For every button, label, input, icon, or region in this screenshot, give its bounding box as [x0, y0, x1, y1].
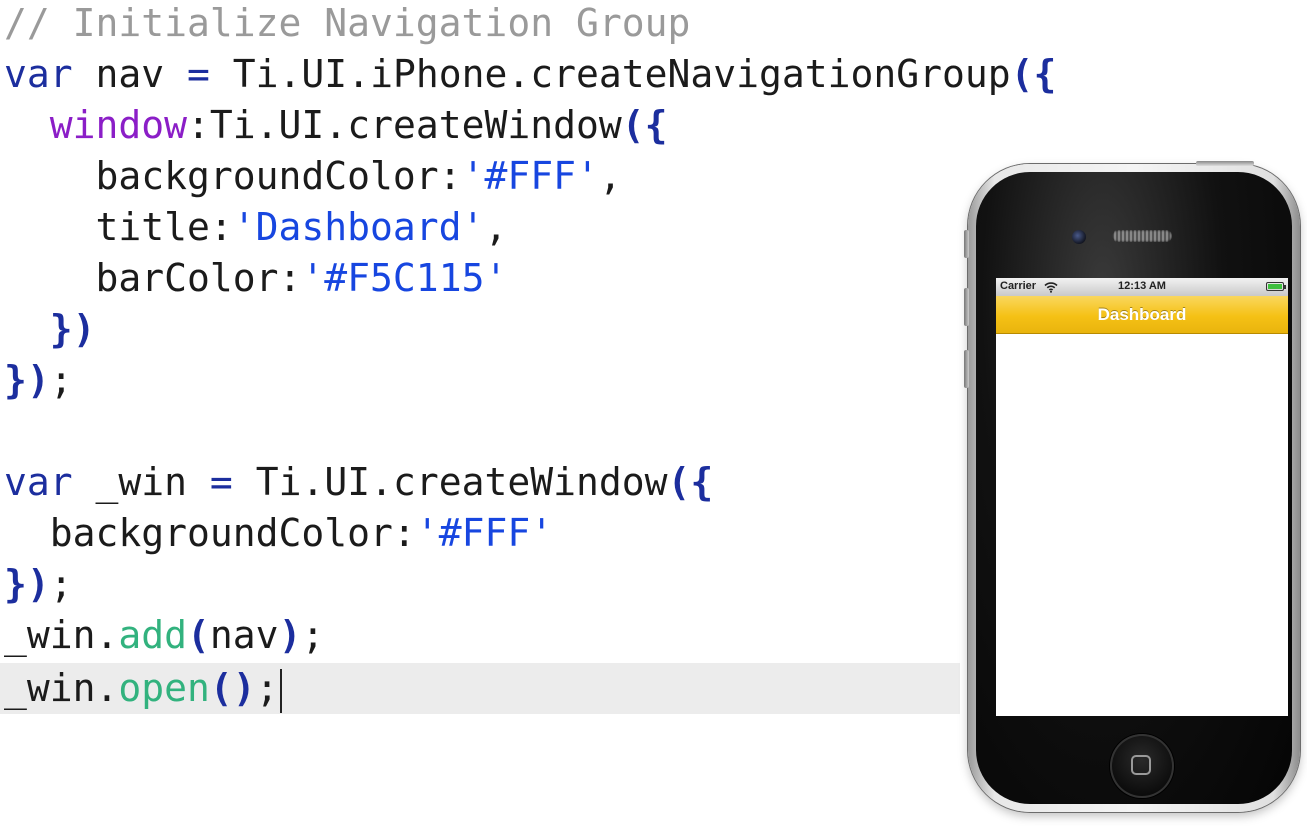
code-token: })	[4, 358, 50, 402]
code-line[interactable]: var nav = Ti.UI.iPhone.createNavigationG…	[4, 49, 1056, 100]
code-token: nav	[72, 52, 188, 96]
code-token: })	[4, 562, 50, 606]
code-token: Ti.UI.iPhone.createNavigationGroup	[209, 52, 1011, 96]
status-bar: Carrier 12:13 AM	[996, 278, 1288, 296]
code-line[interactable]: backgroundColor:'#FFF',	[4, 151, 622, 202]
code-token: window	[49, 103, 188, 147]
code-token: '#F5C115'	[301, 256, 508, 300]
code-token: ()	[209, 666, 256, 710]
code-token: ;	[301, 613, 325, 657]
code-token: ,	[484, 205, 508, 249]
code-token: :Ti.UI.createWindow	[187, 103, 622, 147]
code-token: var	[4, 460, 73, 504]
code-token: ({	[621, 103, 668, 147]
home-button[interactable]	[1110, 734, 1174, 798]
status-time: 12:13 AM	[1118, 280, 1166, 292]
code-line[interactable]: backgroundColor:'#FFF'	[4, 508, 553, 559]
code-token: _win	[72, 460, 210, 504]
code-token: (	[187, 613, 210, 657]
code-line[interactable]: title:'Dashboard',	[4, 202, 508, 253]
code-line[interactable]: // Initialize Navigation Group	[4, 0, 690, 49]
code-token: backgroundColor:	[4, 511, 416, 555]
volume-down-button[interactable]	[964, 350, 969, 388]
mute-switch[interactable]	[964, 230, 969, 258]
code-token: backgroundColor:	[4, 154, 462, 198]
code-token: ,	[598, 154, 622, 198]
code-token: '#FFF'	[415, 511, 554, 555]
text-caret	[279, 668, 282, 713]
code-line-current[interactable]: _win.open();	[0, 663, 960, 714]
code-token: open	[118, 666, 210, 710]
camera-icon	[1072, 230, 1086, 244]
code-token: _win.	[4, 666, 119, 710]
code-token: ({	[667, 460, 714, 504]
phone-body: Carrier 12:13 AM Dashboard	[976, 172, 1292, 804]
code-token: ({	[1010, 52, 1057, 96]
code-token: =	[209, 460, 233, 504]
code-token: var	[4, 52, 73, 96]
code-token: title:	[4, 205, 233, 249]
code-line[interactable]: _win.add(nav);	[4, 610, 324, 661]
code-line[interactable]: })	[4, 304, 96, 355]
code-token: _win.	[4, 613, 119, 657]
code-token: Ti.UI.createWindow	[232, 460, 668, 504]
code-token: 'Dashboard'	[232, 205, 485, 249]
code-token: '#FFF'	[461, 154, 599, 198]
volume-up-button[interactable]	[964, 288, 969, 326]
code-token: })	[49, 307, 96, 351]
code-token: )	[278, 613, 302, 657]
code-line[interactable]: var _win = Ti.UI.createWindow({	[4, 457, 713, 508]
navigation-bar: Dashboard	[996, 296, 1288, 334]
code-line[interactable]: window:Ti.UI.createWindow({	[4, 100, 668, 151]
code-editor[interactable]: // Initialize Navigation Group var nav = …	[0, 0, 1056, 826]
code-line[interactable]: });	[4, 355, 73, 406]
code-token: barColor:	[4, 256, 302, 300]
code-token: ;	[49, 358, 73, 402]
window-content[interactable]	[996, 334, 1288, 716]
code-token: ;	[255, 666, 279, 710]
code-line[interactable]: });	[4, 559, 73, 610]
battery-full-icon	[1266, 282, 1286, 291]
battery-level-fill	[1268, 284, 1282, 289]
code-token: ;	[49, 562, 73, 606]
code-line[interactable]: barColor:'#F5C115'	[4, 253, 508, 304]
iphone-simulator: Carrier 12:13 AM Dashboard	[964, 161, 1300, 812]
code-token: nav	[209, 613, 279, 657]
code-token: =	[187, 52, 210, 96]
speaker-grille	[1112, 230, 1172, 242]
nav-title: Dashboard	[1097, 305, 1187, 324]
sleep-button[interactable]	[1196, 161, 1254, 166]
code-token: add	[118, 613, 188, 657]
simulator-screen[interactable]: Carrier 12:13 AM Dashboard	[996, 278, 1288, 716]
code-token: // Initialize Navigation Group	[4, 1, 691, 45]
home-square-icon	[1131, 755, 1151, 775]
